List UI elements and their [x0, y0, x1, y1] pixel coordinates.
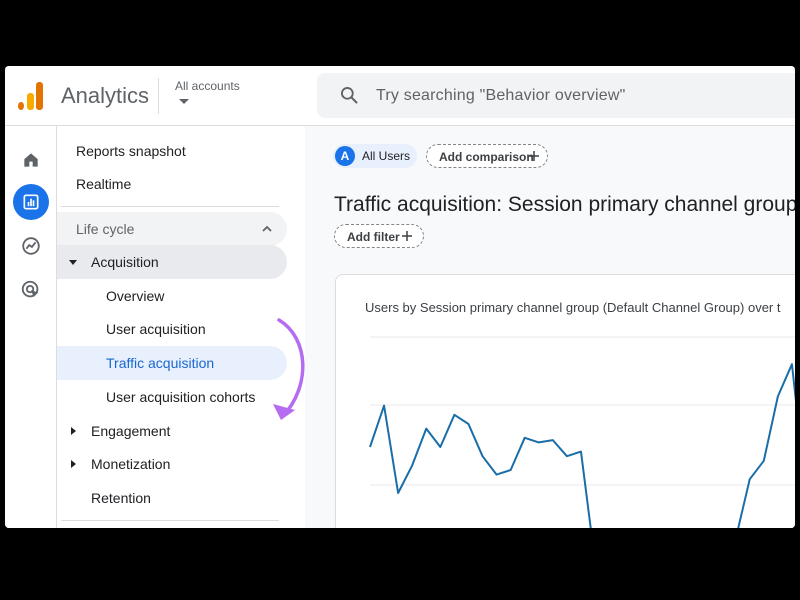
nav-retention[interactable]: Retention — [57, 481, 287, 515]
caret-down-icon — [69, 260, 77, 265]
segment-chip-all-users[interactable]: A All Users — [333, 144, 417, 168]
annotation-arrow-icon — [273, 318, 305, 420]
caret-right-icon — [71, 460, 76, 468]
segment-label: All Users — [362, 149, 411, 163]
nav-group-engagement[interactable]: Engagement — [57, 414, 287, 448]
nav-label: Reports snapshot — [76, 143, 186, 159]
line-chart[interactable] — [336, 275, 795, 528]
nav-label: Realtime — [76, 176, 132, 192]
add-comparison-label: Add comparison — [439, 150, 534, 164]
nav-divider — [61, 520, 279, 521]
analytics-logo-icon[interactable] — [18, 82, 44, 110]
add-comparison-button[interactable]: Add comparison — [426, 144, 548, 168]
search-input[interactable]: Try searching "Behavior overview" — [376, 87, 625, 105]
reports-icon — [23, 194, 39, 210]
nav-group-acquisition[interactable]: Acquisition — [57, 245, 287, 279]
explore-icon — [22, 237, 40, 255]
plus-icon — [529, 151, 539, 161]
nav-traffic-acquisition[interactable]: Traffic acquisition — [57, 346, 287, 380]
nav-section-life-cycle[interactable]: Life cycle — [57, 212, 287, 246]
nav-group-monetization[interactable]: Monetization — [57, 447, 287, 481]
caret-down-icon[interactable] — [179, 99, 189, 104]
report-main: A All Users Add comparison Traffic acqui… — [305, 126, 795, 528]
nav-label: Engagement — [91, 423, 171, 439]
nav-label: Overview — [106, 288, 165, 304]
nav-label: User acquisition cohorts — [106, 389, 256, 405]
nav-label: User acquisition — [106, 321, 206, 337]
nav-reports-snapshot[interactable]: Reports snapshot — [57, 134, 287, 168]
nav-divider — [61, 206, 279, 207]
nav-realtime[interactable]: Realtime — [57, 167, 287, 201]
nav-label: Traffic acquisition — [106, 355, 215, 371]
top-header: Analytics All accounts Try searching "Be… — [5, 66, 795, 126]
nav-acquisition-overview[interactable]: Overview — [57, 279, 287, 313]
chart-card: Users by Session primary channel group (… — [335, 274, 795, 528]
nav-label: Monetization — [91, 456, 171, 472]
nav-user-acquisition[interactable]: User acquisition — [57, 312, 287, 346]
add-filter-button[interactable]: Add filter — [334, 224, 424, 248]
series-line[interactable] — [369, 363, 795, 528]
nav-label: Life cycle — [76, 221, 135, 237]
rail-advertising-button[interactable] — [13, 272, 49, 308]
add-filter-label: Add filter — [347, 230, 400, 244]
rail-reports-button[interactable] — [13, 184, 49, 220]
nav-label: Acquisition — [91, 254, 159, 270]
rail-home-button[interactable] — [13, 142, 49, 178]
chevron-up-icon — [262, 225, 272, 232]
home-icon — [24, 153, 38, 167]
nav-user-acquisition-cohorts[interactable]: User acquisition cohorts — [57, 380, 287, 414]
search-bar[interactable]: Try searching "Behavior overview" — [317, 73, 795, 118]
search-icon — [341, 87, 358, 104]
header-divider — [158, 78, 159, 114]
caret-right-icon — [71, 427, 76, 435]
segment-badge: A — [335, 146, 355, 166]
account-picker-label[interactable]: All accounts — [175, 79, 240, 93]
left-rail — [5, 126, 57, 528]
nav-label: Retention — [91, 490, 151, 506]
analytics-window: Analytics All accounts Try searching "Be… — [5, 66, 795, 528]
advertising-icon — [21, 280, 39, 298]
app-title: Analytics — [61, 83, 150, 108]
rail-explore-button[interactable] — [13, 228, 49, 264]
plus-icon — [402, 231, 412, 241]
page-title: Traffic acquisition: Session primary cha… — [334, 193, 795, 216]
